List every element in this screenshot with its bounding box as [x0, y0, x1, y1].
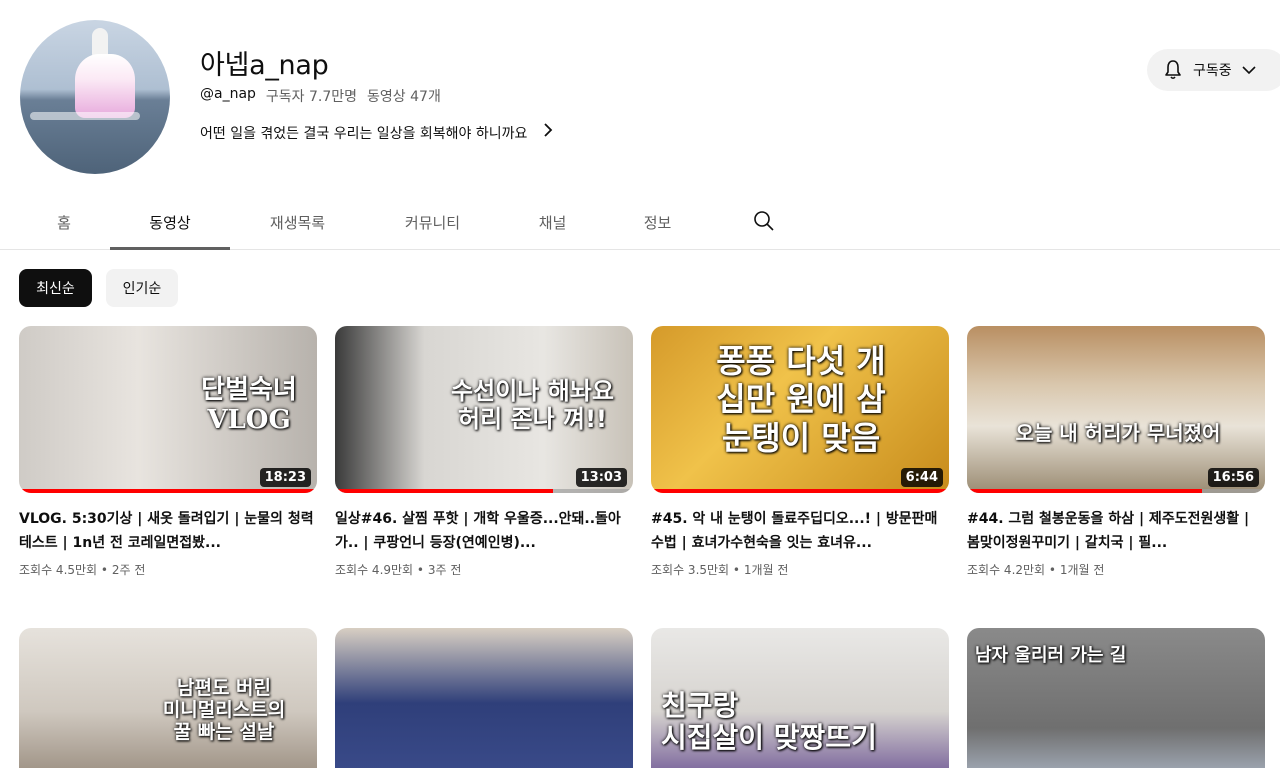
- video-thumbnail[interactable]: 퐁퐁 다섯 개 십만 원에 삼 눈탱이 맞음 6:44: [651, 326, 949, 493]
- chevron-down-icon: [1240, 61, 1258, 79]
- video-age: 1개월 전: [1059, 563, 1105, 577]
- video-card[interactable]: 친구랑 시집살이 맞짱뜨기: [651, 628, 949, 768]
- video-card[interactable]: 퐁퐁 다섯 개 십만 원에 삼 눈탱이 맞음 6:44 #45. 악 내 눈탱이…: [651, 326, 949, 578]
- watch-progress: [651, 489, 949, 493]
- video-card[interactable]: 남편도 버린 미니멀리스트의 꿀 빠는 설날: [19, 628, 317, 768]
- video-thumbnail[interactable]: 친구랑 시집살이 맞짱뜨기: [651, 628, 949, 768]
- video-thumbnail[interactable]: 수선이나 해놔요 허리 존나 껴!! 13:03: [335, 326, 633, 493]
- chip-popular[interactable]: 인기순: [106, 269, 178, 307]
- channel-name: 아넵a_nap: [200, 50, 329, 81]
- watch-progress-fill: [19, 489, 317, 493]
- video-title[interactable]: 일상#46. 살찜 푸핫 | 개학 우울증...안돼..돌아가.. | 쿠팡언니…: [335, 507, 633, 555]
- watch-progress-fill: [651, 489, 949, 493]
- bell-icon: [1161, 58, 1185, 82]
- chevron-right-icon[interactable]: [541, 122, 555, 143]
- avatar-wave: [30, 112, 140, 120]
- watch-progress: [335, 489, 633, 493]
- thumbnail-text: 수선이나 해놔요 허리 존나 껴!!: [451, 377, 614, 433]
- video-card[interactable]: [335, 628, 633, 768]
- watch-progress: [967, 489, 1265, 493]
- video-views: 조회수 4.2만회: [967, 563, 1046, 577]
- channel-handle: @a_nap: [200, 86, 256, 102]
- video-duration: 6:44: [900, 468, 943, 487]
- video-title[interactable]: VLOG. 5:30기상 | 새옷 돌려입기 | 눈물의 청력테스트 | 1n년…: [19, 507, 317, 555]
- video-card[interactable]: 오늘 내 허리가 무너졌어 16:56 #44. 그럼 철봉운동을 하삼 | 제…: [967, 326, 1265, 578]
- video-card[interactable]: 수선이나 해놔요 허리 존나 껴!! 13:03 일상#46. 살찜 푸핫 | …: [335, 326, 633, 578]
- video-age: 1개월 전: [743, 563, 789, 577]
- thumbnail-text: 오늘 내 허리가 무너졌어: [1015, 421, 1221, 445]
- tab-community[interactable]: 커뮤니티: [385, 195, 480, 249]
- video-card[interactable]: 남자 울리러 가는 길: [967, 628, 1265, 768]
- channel-tabs: 홈 동영상 재생목록 커뮤니티 채널 정보: [0, 195, 1280, 250]
- channel-description-text: 어떤 일을 겪었든 결국 우리는 일상을 회복해야 하니까요: [200, 125, 528, 142]
- video-duration: 16:56: [1207, 468, 1259, 487]
- video-meta: 조회수 4.5만회 • 2주 전: [19, 563, 146, 577]
- video-count: 동영상 47개: [367, 89, 441, 105]
- thumbnail-text: 단벌숙녀 VLOG: [201, 375, 297, 435]
- thumbnail-text: 남자 울리러 가는 길: [975, 645, 1127, 666]
- video-views: 조회수 4.5만회: [19, 563, 98, 577]
- thumbnail-text: 퐁퐁 다섯 개 십만 원에 삼 눈탱이 맞음: [716, 342, 886, 457]
- tab-home[interactable]: 홈: [40, 195, 88, 249]
- video-duration: 13:03: [575, 468, 627, 487]
- video-views: 조회수 3.5만회: [651, 563, 730, 577]
- tab-playlists[interactable]: 재생목록: [250, 195, 345, 249]
- tab-videos[interactable]: 동영상: [110, 195, 230, 250]
- video-title[interactable]: #44. 그럼 철봉운동을 하삼 | 제주도전원생활 | 봄맞이정원꾸미기 | …: [967, 507, 1265, 555]
- watch-progress-fill: [967, 489, 1203, 493]
- video-duration: 18:23: [259, 468, 311, 487]
- video-views: 조회수 4.9만회: [335, 563, 414, 577]
- tab-channels[interactable]: 채널: [520, 195, 585, 249]
- video-thumbnail[interactable]: 남편도 버린 미니멀리스트의 꿀 빠는 설날: [19, 628, 317, 768]
- subscribe-button[interactable]: 구독중: [1147, 49, 1280, 91]
- subscribe-label: 구독중: [1193, 63, 1232, 79]
- watch-progress-fill: [335, 489, 553, 493]
- video-title[interactable]: #45. 악 내 눈탱이 돌료주딥디오...! | 방문판매수법 | 효녀가수현…: [651, 507, 949, 555]
- video-age: 2주 전: [111, 563, 146, 577]
- video-meta: 조회수 4.2만회 • 1개월 전: [967, 563, 1105, 577]
- video-thumbnail[interactable]: 단벌숙녀 VLOG 18:23: [19, 326, 317, 493]
- tab-about[interactable]: 정보: [625, 195, 690, 249]
- channel-meta: @a_nap 구독자 7.7만명 동영상 47개: [200, 86, 441, 106]
- video-meta: 조회수 3.5만회 • 1개월 전: [651, 563, 789, 577]
- thumbnail-text: 친구랑 시집살이 맞짱뜨기: [661, 689, 877, 755]
- subscriber-count: 구독자 7.7만명: [265, 89, 358, 105]
- video-thumbnail[interactable]: 남자 울리러 가는 길: [967, 628, 1265, 768]
- video-meta: 조회수 4.9만회 • 3주 전: [335, 563, 462, 577]
- video-age: 3주 전: [427, 563, 462, 577]
- watch-progress: [19, 489, 317, 493]
- video-card[interactable]: 단벌숙녀 VLOG 18:23 VLOG. 5:30기상 | 새옷 돌려입기 |…: [19, 326, 317, 578]
- channel-description[interactable]: 어떤 일을 겪었든 결국 우리는 일상을 회복해야 하니까요: [200, 122, 555, 143]
- search-icon[interactable]: [750, 207, 778, 235]
- thumbnail-text: 남편도 버린 미니멀리스트의 꿀 빠는 설날: [162, 677, 286, 743]
- channel-avatar: [20, 20, 170, 174]
- video-thumbnail[interactable]: [335, 628, 633, 768]
- avatar-figure-dress: [75, 54, 135, 118]
- video-thumbnail[interactable]: 오늘 내 허리가 무너졌어 16:56: [967, 326, 1265, 493]
- chip-latest[interactable]: 최신순: [19, 269, 92, 307]
